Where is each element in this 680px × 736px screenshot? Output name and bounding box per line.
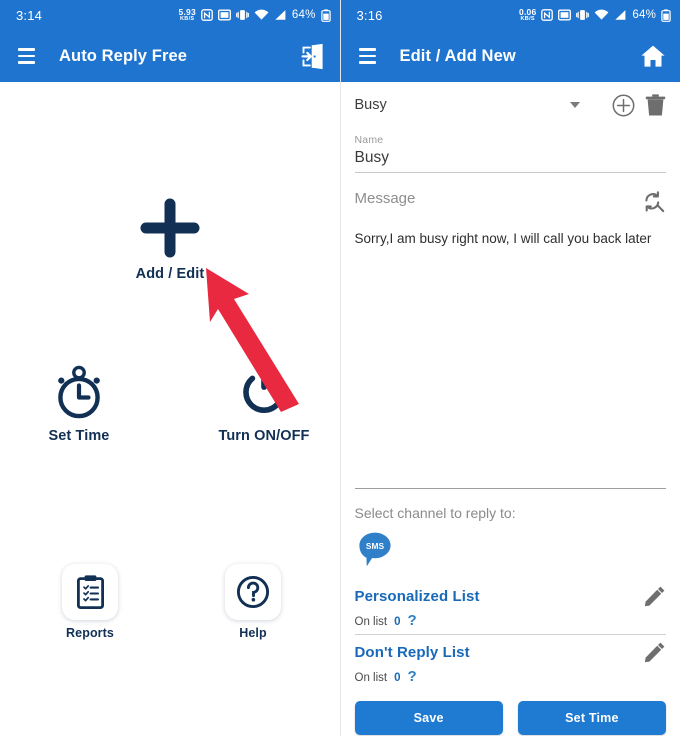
tile-label-turn-on-off: Turn ON/OFF — [218, 428, 310, 444]
tile-label-reports: Reports — [66, 626, 114, 640]
status-bar: 3:14 5.93 KB/S 64% — [0, 0, 340, 30]
on-list-personalized: On list 0 ? — [354, 613, 667, 628]
add-circle-icon[interactable] — [612, 94, 635, 117]
tile-turn-on-off[interactable]: Turn ON/OFF — [205, 365, 323, 444]
list-divider — [354, 634, 666, 635]
data-rate-unit: KB/S — [520, 15, 535, 22]
message-field-value[interactable]: Sorry,I am busy right now, I will call y… — [355, 230, 667, 248]
pencil-icon[interactable] — [644, 641, 666, 663]
exit-door-icon[interactable] — [301, 43, 326, 70]
on-list-label: On list — [354, 672, 388, 684]
tile-help[interactable]: Help — [203, 564, 303, 640]
home-icon[interactable] — [640, 44, 666, 68]
status-time: 3:16 — [356, 7, 383, 23]
tile-set-time[interactable]: Set Time — [29, 363, 129, 444]
data-rate-indicator: 0.06 KB/S — [519, 8, 536, 22]
sync-search-icon[interactable] — [642, 190, 666, 214]
home-tile-grid: Add / Edit Set Time Turn ON/OFF Reports … — [0, 82, 340, 736]
sms-bubble-icon: SMS — [358, 532, 391, 567]
app-bar: Edit / Add New — [340, 30, 680, 82]
vibrate-icon — [235, 9, 249, 21]
list-row-personalized[interactable]: Personalized List — [355, 585, 667, 607]
on-list-count: 0 — [394, 616, 401, 628]
tile-label-set-time: Set Time — [48, 428, 110, 444]
on-list-count: 0 — [394, 672, 401, 684]
message-field-label: Message — [354, 190, 416, 207]
right-phone-screen: 3:16 0.06 KB/S 64% Edit / Add New Busy N… — [340, 0, 680, 736]
name-field-value[interactable]: Busy — [354, 146, 666, 173]
svg-text:SMS: SMS — [365, 541, 384, 551]
help-icon[interactable]: ? — [408, 613, 417, 627]
tile-reports[interactable]: Reports — [40, 564, 140, 640]
battery-percent: 64% — [291, 9, 316, 21]
data-rate-unit: KB/S — [180, 15, 195, 22]
section-divider — [354, 488, 666, 489]
message-field-header: Message — [355, 190, 667, 214]
profile-select-value: Busy — [354, 97, 387, 113]
save-button[interactable]: Save — [354, 701, 503, 735]
data-rate-indicator: 5.93 KB/S — [179, 8, 196, 22]
list-row-dont-reply[interactable]: Don't Reply List — [355, 641, 667, 663]
on-list-label: On list — [354, 616, 388, 628]
pencil-icon[interactable] — [644, 585, 666, 607]
status-icons: 0.06 KB/S 64% — [519, 8, 671, 22]
wifi-icon — [594, 9, 609, 21]
tile-add-edit[interactable]: Add / Edit — [120, 197, 220, 282]
question-mark-icon — [225, 564, 281, 620]
name-field-label: Name — [354, 134, 384, 146]
battery-icon — [320, 8, 331, 22]
left-phone-screen: 3:14 5.93 KB/S 64% Auto Reply Free Add /… — [0, 0, 341, 736]
battery-percent: 64% — [632, 9, 656, 21]
power-icon — [205, 365, 323, 421]
status-time: 3:14 — [16, 7, 43, 23]
clipboard-icon — [62, 564, 118, 620]
page-title: Auto Reply Free — [59, 46, 188, 65]
on-list-dont-reply: On list 0 ? — [354, 669, 667, 684]
hamburger-icon[interactable] — [358, 48, 376, 64]
set-time-button[interactable]: Set Time — [517, 701, 666, 735]
channel-section: Select channel to reply to: SMS Personal… — [354, 488, 667, 735]
screen-record-icon — [217, 9, 231, 21]
status-icons: 5.93 KB/S 64% — [179, 8, 331, 22]
trash-icon[interactable] — [645, 93, 666, 117]
nfc-icon — [541, 9, 554, 21]
page-title: Edit / Add New — [399, 46, 516, 65]
help-icon[interactable]: ? — [408, 669, 417, 683]
tile-label-add-edit: Add / Edit — [135, 266, 205, 282]
nfc-icon — [201, 9, 213, 21]
battery-icon — [661, 8, 671, 22]
sms-channel-toggle[interactable]: SMS — [355, 530, 667, 575]
screen-record-icon — [558, 9, 572, 21]
edit-form: Busy Name Busy Message Sorry,I am busy r… — [341, 82, 680, 736]
profile-select-row[interactable]: Busy — [355, 82, 667, 128]
tile-label-help: Help — [239, 626, 267, 640]
signal-icon — [274, 9, 287, 21]
list-title-personalized: Personalized List — [354, 587, 480, 605]
signal-icon — [614, 9, 627, 21]
plus-icon — [120, 197, 220, 259]
form-action-buttons: Save Set Time — [354, 701, 666, 735]
channel-heading: Select channel to reply to: — [354, 505, 516, 521]
name-field[interactable]: Name Busy — [354, 134, 666, 173]
vibrate-icon — [576, 9, 590, 21]
wifi-icon — [254, 9, 269, 21]
chevron-down-icon[interactable] — [570, 102, 580, 108]
dual-screenshot: 3:14 5.93 KB/S 64% Auto Reply Free Add /… — [0, 0, 680, 736]
hamburger-icon[interactable] — [18, 48, 35, 64]
stopwatch-icon — [29, 363, 129, 421]
app-bar: Auto Reply Free — [0, 30, 340, 82]
status-bar: 3:16 0.06 KB/S 64% — [340, 0, 680, 30]
list-title-dont-reply: Don't Reply List — [354, 643, 470, 661]
